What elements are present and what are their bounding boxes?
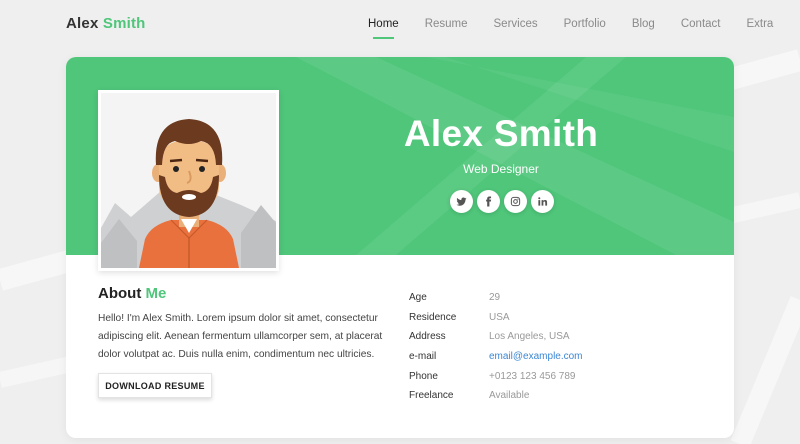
avatar-illustration bbox=[101, 93, 276, 268]
twitter-icon[interactable] bbox=[450, 190, 473, 213]
info-row-freelance: Freelance Available bbox=[409, 386, 583, 406]
nav-extra[interactable]: Extra bbox=[746, 18, 773, 30]
logo-first-name: Alex bbox=[66, 15, 99, 32]
info-row-residence: Residence USA bbox=[409, 308, 583, 328]
info-value: Available bbox=[489, 390, 530, 402]
facebook-icon[interactable] bbox=[477, 190, 500, 213]
about-heading-first: About bbox=[98, 285, 142, 302]
nav-services[interactable]: Services bbox=[494, 18, 538, 30]
profile-photo bbox=[98, 90, 279, 271]
nav-portfolio[interactable]: Portfolio bbox=[564, 18, 606, 30]
social-links bbox=[450, 190, 558, 213]
profile-role: Web Designer bbox=[463, 162, 539, 176]
download-resume-button[interactable]: DOWNLOAD RESUME bbox=[98, 373, 212, 398]
main-nav: Home Resume Services Portfolio Blog Cont… bbox=[368, 18, 799, 39]
site-logo[interactable]: Alex Smith bbox=[66, 15, 146, 32]
nav-contact[interactable]: Contact bbox=[681, 18, 721, 30]
profile-card: Alex Smith Web Designer About Me Hello! … bbox=[66, 57, 734, 438]
info-value: Los Angeles, USA bbox=[489, 331, 570, 343]
instagram-icon[interactable] bbox=[504, 190, 527, 213]
info-value: +0123 123 456 789 bbox=[489, 370, 576, 382]
info-label: Residence bbox=[409, 311, 457, 323]
info-label: e-mail bbox=[409, 351, 437, 363]
nav-resume[interactable]: Resume bbox=[425, 18, 468, 30]
info-row-age: Age 29 bbox=[409, 288, 583, 308]
nav-home[interactable]: Home bbox=[368, 18, 399, 39]
info-label: Freelance bbox=[409, 390, 454, 402]
info-value: USA bbox=[489, 311, 510, 323]
profile-name: Alex Smith bbox=[403, 113, 599, 154]
about-heading-second: Me bbox=[145, 285, 167, 302]
info-label: Age bbox=[409, 292, 427, 304]
linkedin-icon[interactable] bbox=[531, 190, 554, 213]
info-value: 29 bbox=[489, 292, 501, 304]
logo-last-name: Smith bbox=[102, 15, 146, 32]
info-label: Address bbox=[409, 331, 446, 343]
about-heading: About Me bbox=[98, 285, 166, 302]
info-row-phone: Phone +0123 123 456 789 bbox=[409, 366, 583, 386]
about-text: Hello! I'm Alex Smith. Lorem ipsum dolor… bbox=[98, 313, 383, 360]
info-row-address: Address Los Angeles, USA bbox=[409, 327, 583, 347]
personal-info: Age 29 Residence USA Address Los Angeles… bbox=[409, 288, 583, 406]
nav-blog[interactable]: Blog bbox=[632, 18, 655, 30]
email-link[interactable]: email@example.com bbox=[489, 351, 583, 362]
site-header: Alex Smith Home Resume Services Portfoli… bbox=[0, 0, 800, 50]
info-label: Phone bbox=[409, 370, 438, 382]
info-row-email: e-mail email@example.com bbox=[409, 347, 583, 367]
